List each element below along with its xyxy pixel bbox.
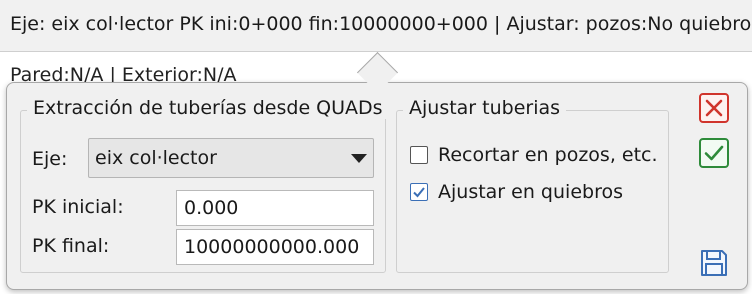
save-icon [701, 250, 727, 276]
check-icon [413, 187, 425, 198]
close-icon [699, 93, 729, 123]
fit-label[interactable]: Ajustar en quiebros [438, 181, 623, 203]
status-bar: Eje: eix col·lector PK ini:0+000 fin:100… [0, 0, 752, 52]
save-button[interactable] [698, 247, 730, 279]
pk-end-value: 10000000000.000 [184, 236, 360, 258]
axis-label: Eje: [32, 148, 68, 170]
cancel-button[interactable] [698, 92, 730, 124]
pk-start-label: PK inicial: [32, 196, 124, 218]
chevron-down-icon [351, 154, 367, 163]
pk-start-value: 0.000 [184, 197, 239, 219]
pk-end-label: PK final: [32, 235, 110, 257]
axis-select-value: eix col·lector [95, 147, 217, 169]
fit-checkbox[interactable] [410, 183, 428, 201]
popup-pointer-cover [350, 83, 404, 95]
pk-start-input[interactable]: 0.000 [176, 190, 374, 226]
axis-select[interactable]: eix col·lector [88, 138, 374, 178]
extraction-group-title: Extracción de tuberías desde QUADs [27, 97, 389, 119]
trim-checkbox[interactable] [410, 146, 428, 164]
status-text: Eje: eix col·lector PK ini:0+000 fin:100… [10, 13, 752, 35]
check-icon [699, 138, 729, 168]
root: Eje: eix col·lector PK ini:0+000 fin:100… [0, 0, 752, 294]
pk-end-input[interactable]: 10000000000.000 [176, 229, 374, 265]
adjust-group-title: Ajustar tuberias [403, 97, 567, 119]
trim-label[interactable]: Recortar en pozos, etc. [438, 144, 658, 166]
accept-button[interactable] [698, 137, 730, 169]
